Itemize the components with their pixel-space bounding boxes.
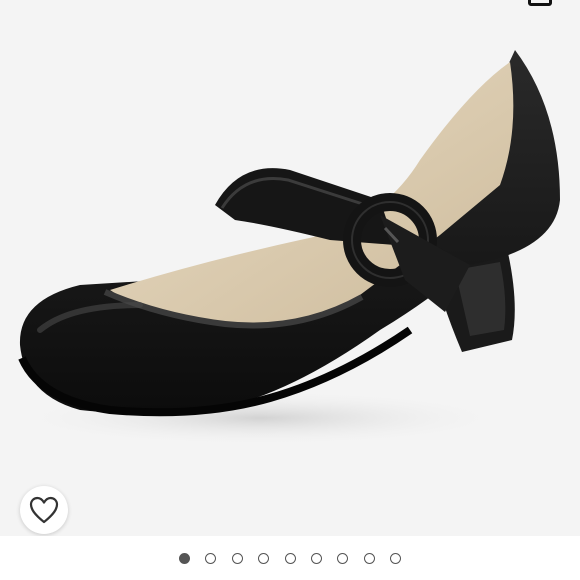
carousel-dot-2[interactable]: [205, 552, 217, 564]
carousel-dot-7[interactable]: [337, 552, 349, 564]
cropped-corner-icon[interactable]: [528, 0, 552, 6]
carousel-dot-3[interactable]: [231, 552, 243, 564]
carousel-pagination: [0, 536, 580, 580]
carousel-dot-1[interactable]: [179, 552, 190, 564]
product-image[interactable]: [0, 0, 580, 536]
like-button[interactable]: [20, 486, 68, 534]
heart-outline-icon: [29, 496, 59, 524]
carousel-dot-9[interactable]: [390, 552, 401, 564]
carousel-dot-4[interactable]: [258, 552, 270, 564]
carousel-dot-6[interactable]: [310, 552, 322, 564]
carousel-dot-5[interactable]: [284, 552, 296, 564]
carousel-dot-8[interactable]: [363, 552, 375, 564]
shoe-photo: [10, 50, 560, 446]
